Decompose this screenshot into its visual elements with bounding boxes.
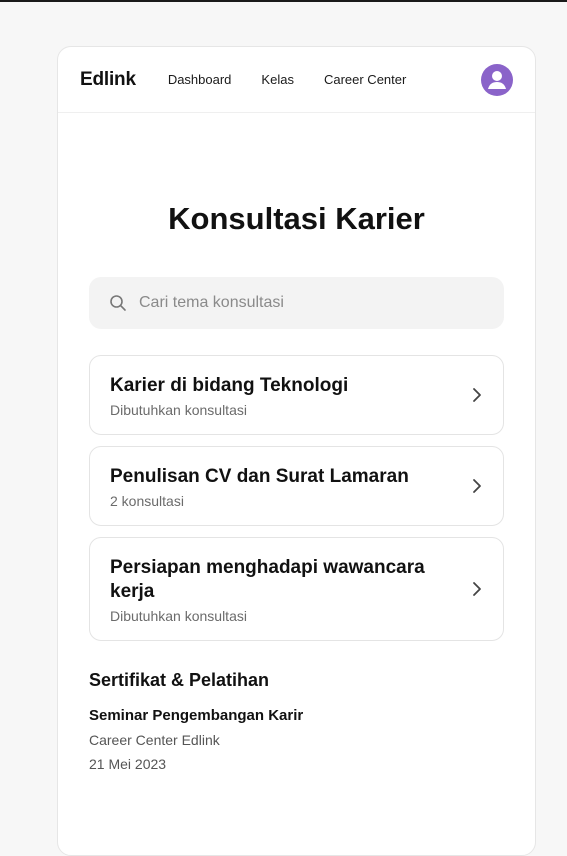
nav-link-kelas[interactable]: Kelas <box>261 72 294 87</box>
topic-title: Karier di bidang Teknologi <box>110 375 349 396</box>
brand-logo[interactable]: Edlink <box>80 69 136 91</box>
app-card: Edlink Dashboard Kelas Career Center Kon… <box>57 46 536 856</box>
chevron-right-icon <box>473 479 481 493</box>
event-organizer: Career Center Edlink <box>89 732 220 748</box>
consultation-topic-list: Karier di bidang Teknologi Dibutuhkan ko… <box>89 355 504 641</box>
navbar: Edlink Dashboard Kelas Career Center <box>58 47 535 113</box>
search-bar[interactable] <box>89 277 504 329</box>
page-title: Konsultasi Karier <box>168 201 425 236</box>
chevron-right-icon <box>473 388 481 402</box>
search-icon <box>110 295 126 311</box>
topic-title: Penulisan CV dan Surat Lamaran <box>110 466 409 487</box>
search-input[interactable] <box>139 294 484 312</box>
topic-title: Persiapan menghadapi wawancara kerja <box>110 557 425 602</box>
certificate-event[interactable]: Seminar Pengembangan Karir Career Center… <box>89 707 504 772</box>
top-border <box>0 0 567 2</box>
topic-card-interview-prep[interactable]: Persiapan menghadapi wawancara kerja Dib… <box>89 537 504 641</box>
user-icon <box>488 71 506 89</box>
avatar[interactable] <box>481 64 513 96</box>
topic-card-technology[interactable]: Karier di bidang Teknologi Dibutuhkan ko… <box>89 355 504 435</box>
topic-card-cv-writing[interactable]: Penulisan CV dan Surat Lamaran 2 konsult… <box>89 446 504 526</box>
nav-link-career-center[interactable]: Career Center <box>324 72 406 87</box>
topic-status: Dibutuhkan konsultasi <box>110 402 247 418</box>
chevron-right-icon <box>473 582 481 596</box>
section-title-certificates: Sertifikat & Pelatihan <box>89 670 270 690</box>
event-date: 21 Mei 2023 <box>89 756 167 772</box>
event-title: Seminar Pengembangan Karir <box>89 707 304 724</box>
topic-status: 2 konsultasi <box>110 493 184 509</box>
nav-links: Dashboard Kelas Career Center <box>168 72 407 87</box>
nav-link-dashboard[interactable]: Dashboard <box>168 72 232 87</box>
topic-status: Dibutuhkan konsultasi <box>110 608 247 624</box>
